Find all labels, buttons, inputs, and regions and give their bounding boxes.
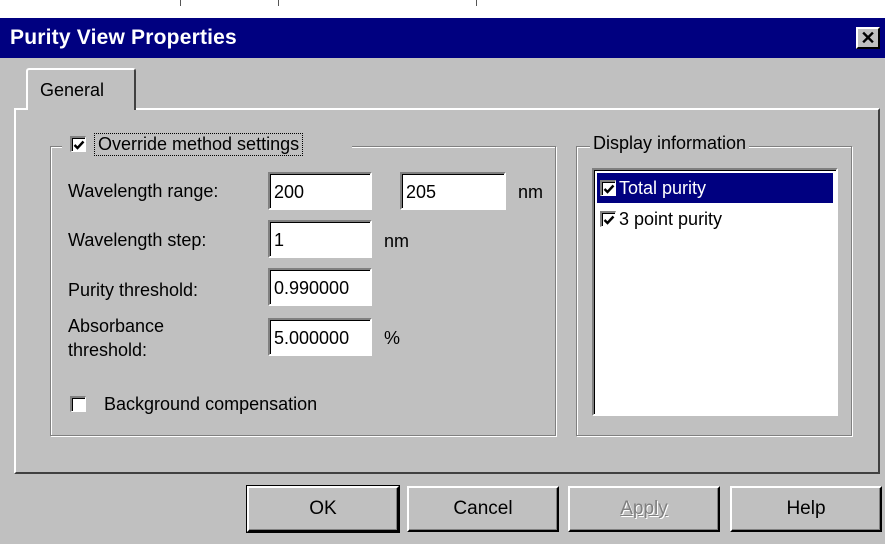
ok-button[interactable]: OK (246, 485, 400, 533)
absorbance-threshold-label-line1: Absorbance (68, 316, 165, 336)
ok-button-label: OK (309, 498, 337, 519)
3-point-purity-label: 3 point purity (619, 208, 723, 229)
checkmark-icon (603, 184, 614, 194)
wavelength-range-label: Wavelength range: (68, 181, 219, 201)
window-title: Purity View Properties (10, 26, 237, 49)
3-point-purity-checkbox[interactable] (600, 211, 616, 227)
apply-button[interactable]: Apply (568, 486, 720, 532)
help-button-label: Help (786, 498, 826, 519)
list-item-3-point-purity[interactable]: 3 point purity (597, 204, 833, 234)
wavelength-step-label: Wavelength step: (68, 230, 207, 250)
absorbance-threshold-input[interactable] (268, 318, 372, 356)
display-information-legend: Display information (590, 133, 750, 154)
wavelength-range-unit: nm (518, 182, 544, 202)
close-icon: ✕ (860, 28, 876, 48)
cancel-button-label: Cancel (453, 498, 513, 519)
override-method-label: Override method settings (94, 133, 304, 156)
display-information-list[interactable]: Total purity 3 point purity (592, 168, 838, 416)
apply-button-label: Apply (620, 498, 668, 519)
wavelength-range-min-input[interactable] (268, 172, 372, 210)
close-button[interactable]: ✕ (856, 27, 880, 49)
absorbance-threshold-label-line2: threshold: (68, 340, 148, 360)
tab-general-label: General (40, 80, 105, 100)
absorbance-threshold-unit: % (384, 328, 401, 348)
background-compensation-checkbox[interactable] (70, 396, 86, 412)
wavelength-step-unit: nm (384, 231, 410, 251)
override-method-checkbox[interactable] (70, 136, 86, 152)
list-item-total-purity[interactable]: Total purity (597, 173, 833, 203)
wavelength-step-input[interactable] (268, 220, 372, 258)
purity-threshold-label: Purity threshold: (68, 280, 199, 300)
cancel-button[interactable]: Cancel (407, 486, 559, 532)
total-purity-label: Total purity (619, 177, 707, 198)
checkmark-icon (603, 215, 614, 225)
background-window-strip (0, 0, 885, 18)
checkmark-icon (73, 140, 84, 150)
purity-threshold-input[interactable] (268, 268, 372, 306)
wavelength-range-max-input[interactable] (400, 172, 506, 210)
help-button[interactable]: Help (730, 486, 882, 532)
background-compensation-label: Background compensation (104, 394, 318, 414)
total-purity-checkbox[interactable] (600, 180, 616, 196)
